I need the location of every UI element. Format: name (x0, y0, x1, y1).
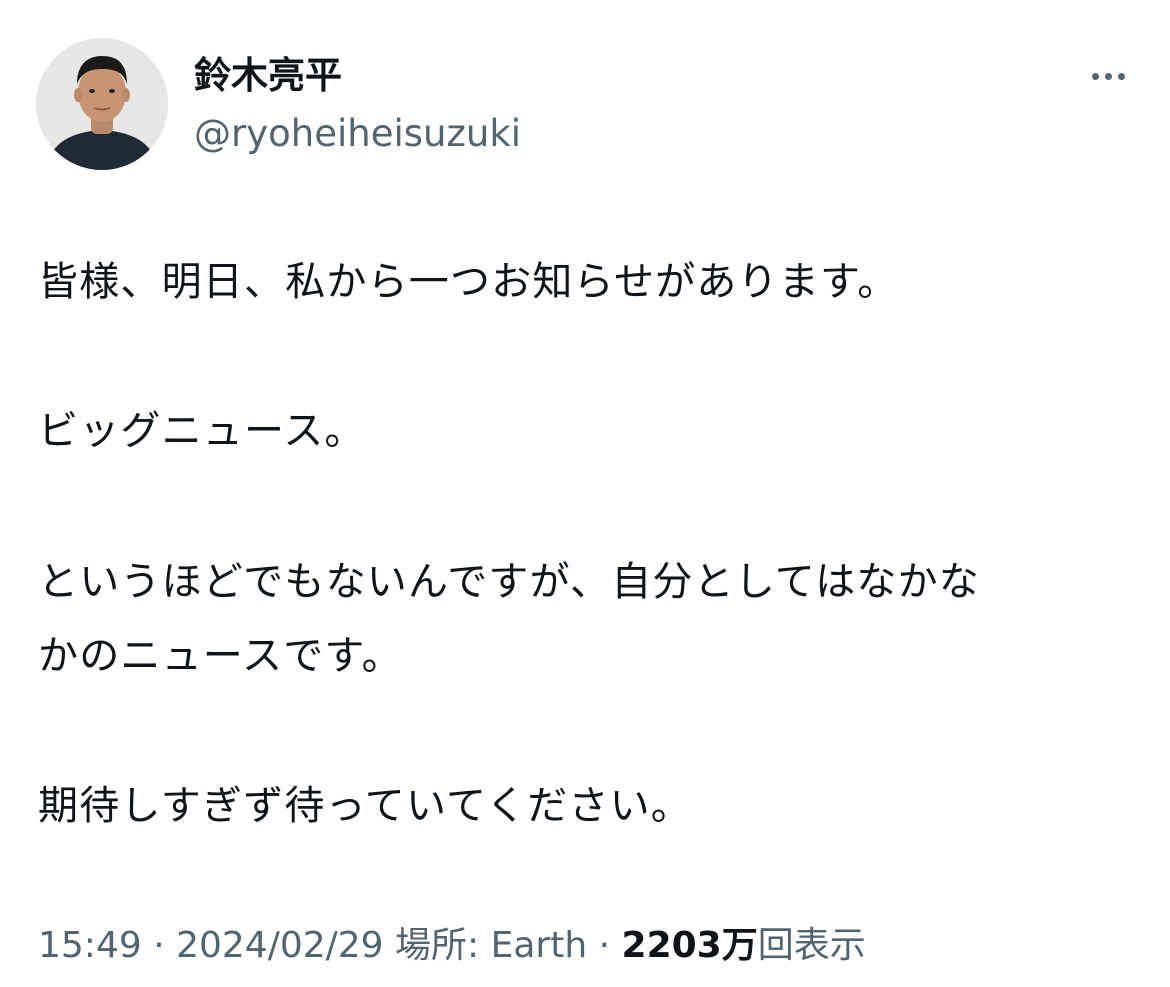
more-options-button[interactable] (1080, 58, 1136, 94)
tweet-card: 鈴木亮平 @ryoheiheisuzuki 皆様、明日、私から一つお知らせがあり… (0, 0, 1170, 987)
avatar[interactable] (36, 38, 168, 170)
meta-separator: · (587, 925, 622, 966)
profile-photo (36, 38, 168, 170)
more-horizontal-icon (1091, 72, 1099, 80)
more-horizontal-icon-dot-2 (1104, 72, 1112, 80)
views-label: 回表示 (757, 925, 866, 966)
tweet-date[interactable]: 2024/02/29 (176, 925, 384, 966)
tweet-text-line-2: ビッグニュース。 (38, 408, 366, 454)
tweet-text-line-4: かのニュースです。 (38, 633, 403, 679)
tweet-text-line-1: 皆様、明日、私から一つお知らせがあります。 (38, 259, 899, 305)
tweet-meta: 15:49 · 2024/02/29 場所: Earth · 2203万回表示 (38, 920, 866, 972)
tweet-time[interactable]: 15:49 (38, 925, 142, 966)
views-count[interactable]: 2203万 (622, 925, 758, 966)
more-horizontal-icon-dot-3 (1117, 72, 1125, 80)
tweet-text-line-5: 期待しすぎず待っていてください。 (38, 783, 692, 829)
tweet-text-line-3: というほどでもないんですが、自分としてはなかな (38, 559, 980, 605)
meta-separator: · (141, 925, 177, 966)
author-handle[interactable]: @ryoheiheisuzuki (194, 110, 521, 158)
author-display-name[interactable]: 鈴木亮平 (194, 52, 342, 100)
tweet-location[interactable]: 場所: Earth (395, 925, 587, 966)
